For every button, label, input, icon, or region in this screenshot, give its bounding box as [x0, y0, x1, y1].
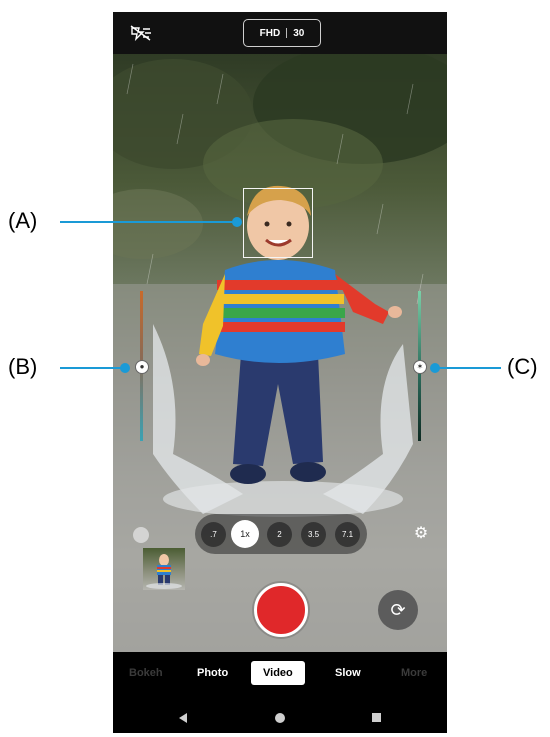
bokeh-effect-icon[interactable] [133, 527, 149, 543]
callout-dot-a [232, 217, 242, 227]
flash-off-icon[interactable] [129, 24, 153, 42]
record-button[interactable] [254, 583, 308, 637]
callout-dot-b [120, 363, 130, 373]
mode-selector: Bokeh Photo Video Slow More [113, 652, 447, 702]
back-icon[interactable] [179, 713, 187, 723]
callout-dot-c [430, 363, 440, 373]
resolution-label: FHD [259, 27, 281, 39]
callout-label-c: (C) [507, 354, 538, 379]
gear-icon[interactable]: ⚙ [413, 526, 429, 542]
phone-screen: FHD 30 ● ✶ ⚙ .7 1x 2 3.5 7.1 ⟳ Bokeh Pho… [113, 12, 447, 733]
face-detection-frame [243, 188, 313, 258]
mode-tab-video[interactable]: Video [251, 661, 305, 685]
callout-label-a: (A) [8, 208, 38, 233]
exposure-icon: ● [139, 362, 145, 371]
zoom-option[interactable]: .7 [201, 522, 226, 547]
zoom-option[interactable]: 3.5 [301, 522, 326, 547]
switch-camera-icon[interactable]: ⟳ [378, 590, 418, 630]
mode-tab-photo[interactable]: Photo [197, 667, 228, 679]
mode-tab-more[interactable]: More [401, 667, 427, 679]
zoom-option[interactable]: 2 [267, 522, 292, 547]
zoom-option-selected[interactable]: 1x [231, 520, 259, 548]
mode-tab-slow[interactable]: Slow [335, 667, 361, 679]
callout-line-a [60, 221, 236, 223]
callout-line-b [60, 367, 124, 369]
last-capture-thumbnail[interactable] [143, 548, 185, 590]
exposure-slider-handle[interactable]: ● [135, 360, 149, 374]
recent-apps-icon[interactable] [372, 713, 381, 722]
callout-line-c [433, 367, 501, 369]
home-icon[interactable] [275, 713, 285, 723]
zoom-option[interactable]: 7.1 [335, 522, 360, 547]
callout-label-b: (B) [8, 354, 38, 379]
resolution-framerate-button[interactable]: FHD 30 [243, 19, 321, 47]
white-balance-icon: ✶ [416, 362, 424, 371]
mode-tab-bokeh[interactable]: Bokeh [129, 667, 163, 679]
zoom-selector: .7 1x 2 3.5 7.1 [195, 514, 367, 554]
camera-top-bar: FHD 30 [113, 12, 447, 54]
system-navigation-bar [113, 702, 447, 733]
thumbnail-image [146, 554, 182, 589]
frame-rate-label: 30 [293, 27, 305, 39]
separator [286, 28, 288, 38]
white-balance-slider-handle[interactable]: ✶ [413, 360, 427, 374]
